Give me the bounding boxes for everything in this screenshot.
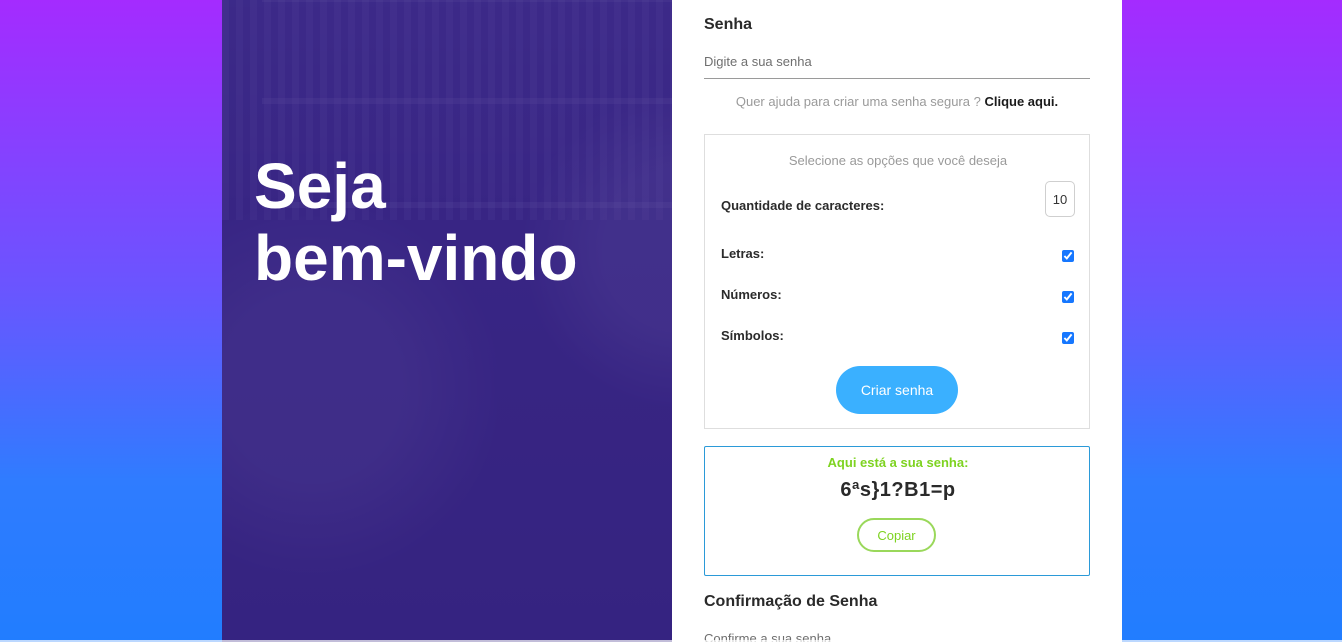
quantity-stepper[interactable]: 10 [1045,181,1075,217]
hero-title-line-1: Seja [254,150,386,222]
symbols-label: Símbolos: [721,328,784,343]
signup-form: Senha Quer ajuda para criar uma senha se… [672,0,1122,642]
page: Seja bem-vindo Senha Quer ajuda para cri… [0,0,1342,642]
create-password-button[interactable]: Criar senha [836,366,958,414]
password-help: Quer ajuda para criar uma senha segura ?… [704,93,1090,111]
options-title: Selecione as opções que você deseja [788,153,1008,168]
option-symbols-row: Símbolos: [721,326,1075,348]
option-letters-row: Letras: [721,244,1075,266]
option-numbers-row: Números: [721,285,1075,307]
hero-title-line-2: bem-vindo [254,222,578,294]
password-input[interactable] [704,44,1090,78]
password-help-text: Quer ajuda para criar uma senha segura ? [735,94,981,109]
option-quantity-row: Quantidade de caracteres: 10 [721,181,1075,218]
letters-label: Letras: [721,246,765,261]
confirm-password-title: Confirmação de Senha [704,593,878,610]
generated-password-value: 6ªs}1?B1=p [840,479,956,501]
password-field [704,44,1090,79]
auth-card: Seja bem-vindo Senha Quer ajuda para cri… [222,0,1122,642]
confirm-password-field [704,621,1090,642]
password-options-panel: Selecione as opções que você deseja Quan… [704,134,1090,429]
generated-password-label: Aqui está a sua senha: [827,455,969,470]
hero-title: Seja bem-vindo [254,150,654,294]
numbers-label: Números: [721,287,782,302]
letters-checkbox[interactable] [1062,250,1074,262]
hero-color-overlay [222,0,672,642]
numbers-checkbox[interactable] [1062,291,1074,303]
confirm-password-input[interactable] [704,621,1090,642]
generated-password-panel: Aqui está a sua senha: 6ªs}1?B1=p Copiar [704,446,1090,576]
password-title: Senha [704,16,753,33]
copy-password-button[interactable]: Copiar [857,518,936,552]
quantity-label: Quantidade de caracteres: [721,198,885,213]
symbols-checkbox[interactable] [1062,332,1074,344]
hero-panel: Seja bem-vindo [222,0,672,642]
password-help-link[interactable]: Clique aqui. [984,94,1058,109]
